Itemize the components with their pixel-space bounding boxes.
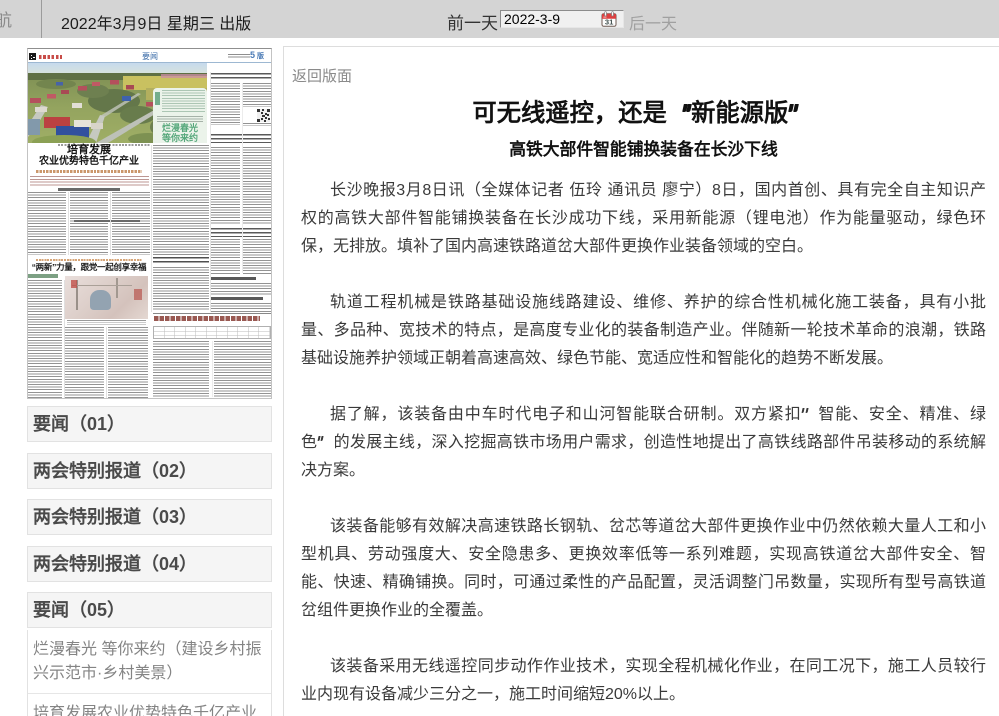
svg-text:31: 31	[605, 17, 614, 26]
